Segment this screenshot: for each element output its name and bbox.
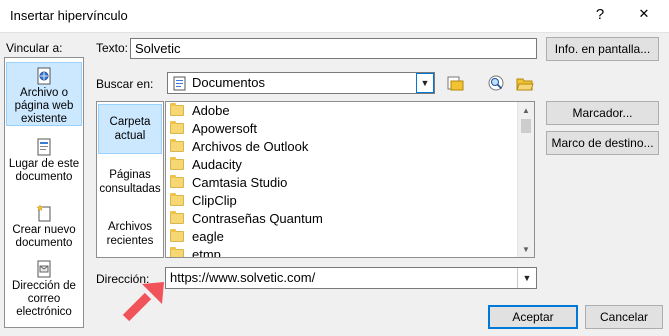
look-in-value: Documentos [192,75,265,90]
ok-button[interactable]: Aceptar [488,305,578,329]
cancel-button[interactable]: Cancelar [585,305,663,329]
list-item[interactable]: Archivos de Outlook [170,138,308,155]
sidebar-item-label: documento [15,237,73,249]
screen-tip-button[interactable]: Info. en pantalla... [546,37,659,61]
help-button[interactable]: ? [588,2,612,26]
red-arrow-annotation [122,282,164,322]
scroll-down-icon[interactable]: ▼ [518,241,534,257]
new-document-icon [36,204,51,222]
text-label: Texto: [96,41,129,55]
link-to-new-document[interactable]: Crear nuevo documento [6,204,82,254]
folder-icon [170,157,184,170]
text-to-display-input[interactable]: Solvetic [130,38,537,59]
link-to-existing-file[interactable]: Archivo o página web existente [6,62,82,126]
link-to-email-address[interactable]: Dirección de correo electrónico [6,260,82,322]
folder-icon [170,229,184,242]
subnav-label: recientes [106,235,154,247]
folder-icon [170,175,184,188]
vertical-scrollbar[interactable]: ▲ ▼ [517,102,534,257]
scrollbar-thumb[interactable] [521,119,531,133]
open-folder-icon [516,78,534,91]
sidebar-item-label: Crear nuevo [12,224,76,236]
folder-icon [170,103,184,116]
file-list[interactable]: Adobe Apowersoft Archivos de Outlook Aud… [165,101,535,258]
browse-file-button[interactable] [514,72,536,94]
scroll-up-icon[interactable]: ▲ [518,102,534,118]
folder-icon [170,193,184,206]
link-to-panel: Archivo o página web existente Lugar de … [4,57,84,328]
subnav-label: actual [114,130,146,142]
web-page-icon [37,67,51,85]
folder-web-icon [447,76,464,91]
address-input[interactable]: https://www.solvetic.com/ ▼ [165,267,537,289]
target-frame-button[interactable]: Marco de destino... [546,131,659,155]
folder-icon [170,247,184,257]
list-item[interactable]: ClipClip [170,192,237,209]
email-icon [37,260,51,278]
sidebar-item-label: Lugar de este [8,158,80,170]
sidebar-item-label: existente [20,113,68,125]
subnav-label: consultadas [99,183,161,195]
close-button[interactable]: ✕ [632,2,656,26]
sidebar-item-label: página web [14,100,74,112]
folder-icon [170,211,184,224]
list-item[interactable]: Audacity [170,156,242,173]
tab-recent-files[interactable]: Archivos recientes [98,220,162,254]
sidebar-item-label: Archivo o [20,87,68,99]
list-item[interactable]: Camtasia Studio [170,174,287,191]
sidebar-item-label: Dirección de [12,280,76,292]
list-item[interactable]: Contraseñas Quantum [170,210,323,227]
chevron-down-icon[interactable]: ▼ [517,268,536,288]
folder-icon [170,121,184,134]
subnav-label: Archivos [107,221,153,233]
list-item[interactable]: eagle [170,228,224,245]
browse-scope-panel: Carpeta actual Páginas consultadas Archi… [96,101,164,258]
address-value: https://www.solvetic.com/ [170,270,316,285]
link-to-heading: Vincular a: [6,41,63,55]
tab-current-folder[interactable]: Carpeta actual [98,104,162,154]
look-in-label: Buscar en: [96,77,154,91]
look-in-select[interactable]: Documentos ▼ [167,72,435,94]
list-item[interactable]: Adobe [170,102,230,119]
browse-web-button[interactable] [444,72,466,94]
bookmark-button[interactable]: Marcador... [546,101,659,125]
sidebar-item-label: documento [15,171,73,183]
list-item[interactable]: etmp [170,246,221,257]
folder-icon [170,139,184,152]
tab-browsed-pages[interactable]: Páginas consultadas [98,168,162,202]
document-place-icon [37,138,51,156]
list-item[interactable]: Apowersoft [170,120,257,137]
browse-web-search-button[interactable] [485,72,507,94]
subnav-label: Carpeta [109,116,151,128]
subnav-label: Páginas [109,169,151,181]
sidebar-item-label: correo [27,293,61,305]
web-search-icon [488,75,504,91]
documents-folder-icon [173,76,186,91]
chevron-down-icon[interactable]: ▼ [416,73,434,93]
dialog-title: Insertar hipervínculo [10,8,128,23]
sidebar-item-label: electrónico [16,306,72,318]
link-to-place-in-document[interactable]: Lugar de este documento [6,138,82,188]
